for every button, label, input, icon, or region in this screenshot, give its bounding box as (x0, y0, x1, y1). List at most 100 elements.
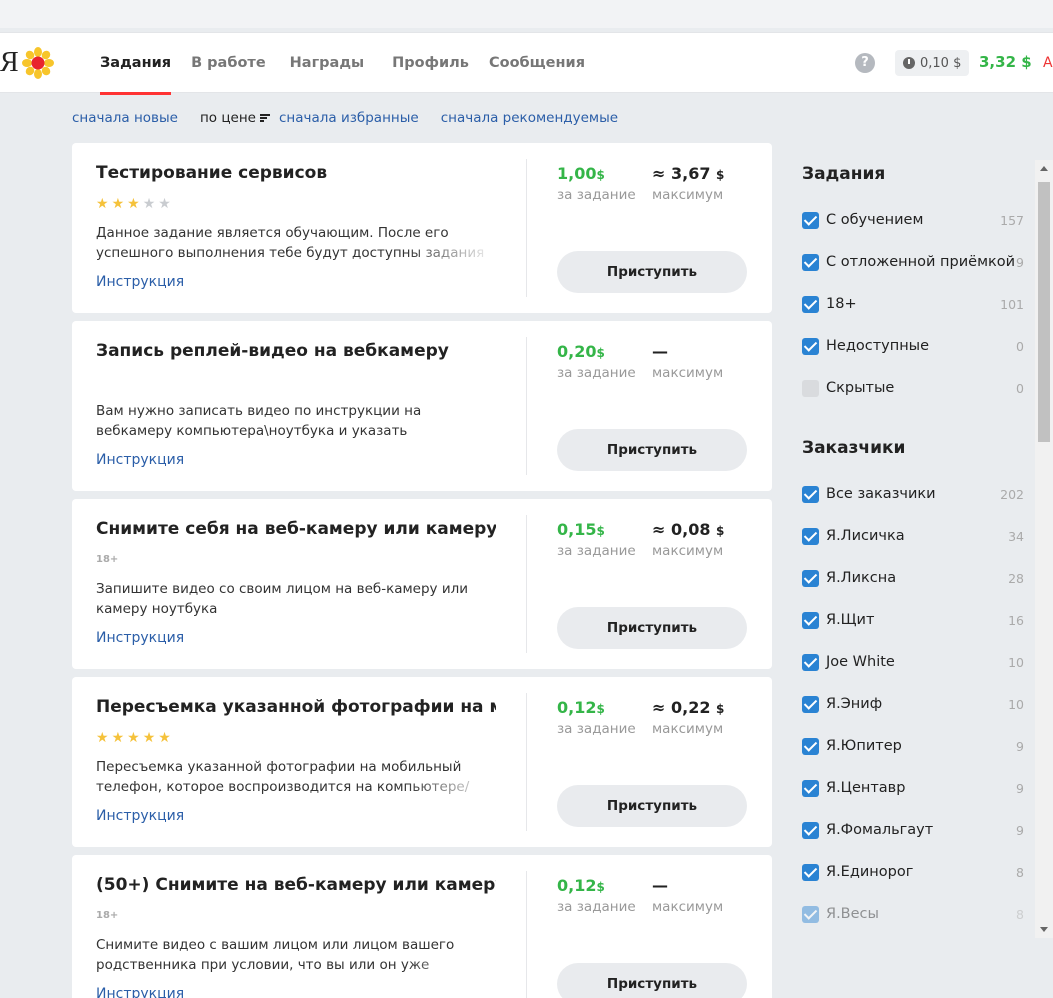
filter-row[interactable]: Я.Ликсна 28 (802, 567, 1024, 589)
sort-bar: сначала новые по цене сначала избранные … (72, 108, 618, 128)
start-task-button[interactable]: Приступить (557, 429, 747, 471)
task-title[interactable]: (50+) Снимите на веб-камеру или камеру н… (96, 875, 496, 895)
star-icon: ★ (96, 196, 109, 212)
filter-row[interactable]: Недоступные 0 (802, 335, 1024, 357)
filter-row[interactable]: Скрытые 0 (802, 377, 1024, 399)
task-price-value: 1,00 (557, 164, 597, 183)
filter-label: Я.Весы (826, 906, 879, 922)
price-caption: за задание (557, 365, 636, 381)
filter-checkbox[interactable] (802, 295, 819, 313)
help-icon[interactable]: ? (855, 53, 875, 73)
scroll-thumb[interactable] (1038, 182, 1050, 442)
filter-checkbox[interactable] (802, 779, 819, 797)
filter-label: Я.Фомальгаут (826, 822, 934, 838)
task-title[interactable]: Снимите себя на веб-камеру или камеру но… (96, 519, 496, 539)
instruction-link[interactable]: Инструкция (96, 630, 184, 646)
task-card[interactable]: Пересъемка указанной фотографии на моб..… (72, 677, 772, 847)
sort-by-price[interactable]: по цене (200, 110, 279, 126)
task-max-earning: — (652, 342, 668, 361)
task-title[interactable]: Пересъемка указанной фотографии на моб..… (96, 697, 496, 717)
filter-row[interactable]: 18+ 101 (802, 293, 1024, 315)
star-icon: ★ (142, 730, 156, 746)
on-hold-balance[interactable]: 0,10 $ (895, 50, 970, 76)
filter-checkbox[interactable] (802, 569, 819, 587)
filter-row[interactable]: Я.Единорог 8 (802, 861, 1024, 883)
scroll-up-arrow-icon[interactable] (1040, 166, 1048, 171)
filter-checkbox[interactable] (802, 695, 819, 713)
filter-label: Недоступные (826, 338, 930, 354)
sort-recommended-link[interactable]: сначала рекомендуемые (441, 110, 618, 126)
filter-label: Все заказчики (826, 486, 936, 502)
scroll-down-arrow-icon[interactable] (1040, 927, 1048, 932)
filter-row[interactable]: Я.Лисичка 34 (802, 525, 1024, 547)
start-task-button[interactable]: Приступить (557, 607, 747, 649)
filter-row[interactable]: Все заказчики 202 (802, 483, 1024, 505)
balance-value[interactable]: 3,32 $ (979, 53, 1032, 71)
instruction-link[interactable]: Инструкция (96, 452, 184, 468)
filter-row[interactable]: Я.Эниф 10 (802, 693, 1024, 715)
task-price-value: 0,15 (557, 520, 597, 539)
filter-row[interactable]: Я.Юпитер 9 (802, 735, 1024, 757)
task-description-text: Снимите видео с вашим лицом или лицом ва… (96, 937, 455, 973)
filter-row[interactable]: Я.Щит 16 (802, 609, 1024, 631)
filter-checkbox[interactable] (802, 821, 819, 839)
filter-checkbox[interactable] (802, 211, 819, 229)
start-task-button[interactable]: Приступить (557, 251, 747, 293)
max-caption: максимум (652, 721, 724, 737)
price-caption: за задание (557, 899, 636, 915)
sort-favorites-link[interactable]: сначала избранные (279, 110, 419, 126)
currency-sign: $ (716, 524, 725, 538)
task-price-value: 0,12 (557, 698, 597, 717)
filter-row[interactable]: С отложенной приёмкой 9 (802, 251, 1024, 273)
filter-checkbox[interactable] (802, 379, 819, 397)
instruction-link[interactable]: Инструкция (96, 986, 184, 998)
filter-row[interactable]: С обучением 157 (802, 209, 1024, 231)
star-icon: ★ (111, 196, 125, 212)
filter-checkbox[interactable] (802, 337, 819, 355)
filter-checkbox[interactable] (802, 485, 819, 503)
tab-tasks[interactable]: Задания (100, 33, 172, 95)
user-menu-cut[interactable]: А (1043, 55, 1053, 71)
sidebar-scrollbar[interactable] (1035, 160, 1053, 938)
filter-checkbox[interactable] (802, 253, 819, 271)
filter-row[interactable]: Я.Центавр 9 (802, 777, 1024, 799)
tab-profile[interactable]: Профиль (392, 33, 469, 93)
filter-row[interactable]: Joe White 10 (802, 651, 1024, 673)
task-card[interactable]: Снимите себя на веб-камеру или камеру но… (72, 499, 772, 669)
task-price-value: 0,12 (557, 876, 597, 895)
task-title[interactable]: Запись реплей-видео на вебкамеру (96, 341, 496, 361)
filter-checkbox[interactable] (802, 863, 819, 881)
filter-count: 28 (1008, 570, 1024, 586)
logo-letter[interactable]: Я (0, 47, 19, 79)
filter-count: 157 (1000, 212, 1024, 228)
instruction-link[interactable]: Инструкция (96, 808, 184, 824)
instruction-link[interactable]: Инструкция (96, 274, 184, 290)
description-fade (406, 777, 496, 797)
filter-checkbox[interactable] (802, 905, 819, 923)
sun-flower-logo-icon[interactable] (22, 47, 54, 79)
task-max-value: ≈ 0,08 (652, 520, 711, 539)
tab-messages[interactable]: Сообщения (489, 33, 585, 93)
filter-count: 8 (1016, 864, 1024, 880)
start-task-button[interactable]: Приступить (557, 963, 747, 998)
start-task-button[interactable]: Приступить (557, 785, 747, 827)
filter-count: 9 (1016, 738, 1024, 754)
tab-rewards[interactable]: Награды (290, 33, 364, 93)
card-divider (526, 693, 527, 831)
star-icon: ★ (96, 730, 109, 746)
task-card[interactable]: Тестирование сервисов ★ ★ ★ ★ ★ Данное задание… (72, 143, 772, 313)
filter-checkbox[interactable] (802, 737, 819, 755)
sort-desc-icon (260, 113, 270, 123)
filter-checkbox[interactable] (802, 611, 819, 629)
task-title[interactable]: Тестирование сервисов (96, 163, 496, 183)
task-card[interactable]: Запись реплей-видео на вебкамеру Вам нужн… (72, 321, 772, 491)
filter-checkbox[interactable] (802, 527, 819, 545)
tab-in-progress[interactable]: В работе (191, 33, 266, 93)
filter-row[interactable]: Я.Фомальгаут 9 (802, 819, 1024, 841)
filter-checkbox[interactable] (802, 653, 819, 671)
sort-newest-link[interactable]: сначала новые (72, 110, 178, 126)
task-max-value: — (652, 876, 668, 895)
max-caption: максимум (652, 899, 724, 915)
task-card[interactable]: (50+) Снимите на веб-камеру или камеру н… (72, 855, 772, 998)
filter-row[interactable]: Я.Весы 8 (802, 903, 1024, 925)
